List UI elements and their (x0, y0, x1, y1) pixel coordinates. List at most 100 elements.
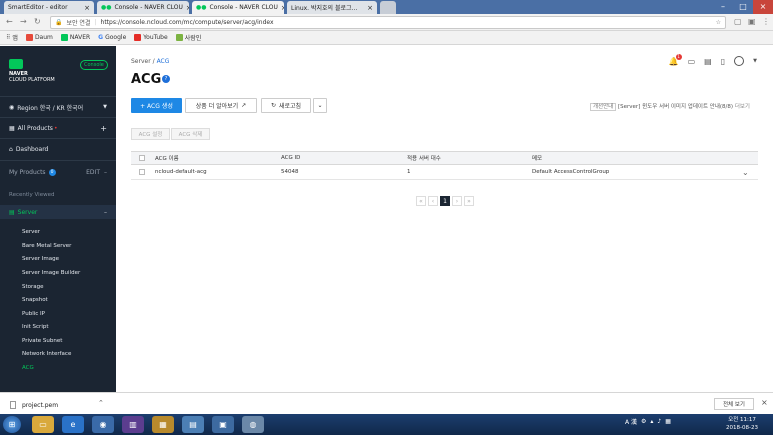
sidebar-item-public-ip[interactable]: Public IP (22, 311, 45, 317)
windows-start-icon[interactable]: ⊞ (3, 416, 21, 433)
learn-more-button[interactable]: 상품 더 알아보기 ↗ (185, 98, 257, 113)
notice-more-link[interactable]: 더보기 (735, 104, 750, 110)
sidebar-item-server-image[interactable]: Server Image (22, 256, 59, 262)
sidebar-item-acg[interactable]: ACG (22, 365, 34, 371)
bookmark-google[interactable]: G Google (98, 34, 126, 41)
browser-tab-active[interactable]: ●● Console - NAVER CLOU × (192, 1, 284, 14)
menu-icon[interactable]: ⋮ (762, 17, 770, 26)
ncp-logo[interactable]: NAVER CLOUD PLATFORM (9, 59, 55, 83)
notice-banner[interactable]: 개선안내 [Server] 윈도우 서버 이미지 업데이트 안내(8/8) 더보… (590, 102, 750, 111)
column-header[interactable]: 적용 서버 대수 (407, 152, 441, 164)
close-icon[interactable]: × (84, 4, 90, 12)
window-close-icon[interactable]: × (753, 0, 773, 14)
sidebar-item-private-subnet[interactable]: Private Subnet (22, 338, 62, 344)
column-header[interactable]: 메모 (532, 152, 542, 164)
info-icon[interactable]: ? (162, 75, 170, 83)
refresh-button[interactable]: ↻ 새로고침 (261, 98, 311, 113)
all-products-menu[interactable]: ▦ All Products • + (0, 121, 116, 135)
bookmark-apps[interactable]: ⠿ 앱 (6, 33, 18, 42)
forward-icon[interactable]: → (20, 17, 27, 26)
last-page-icon[interactable]: » (464, 196, 474, 206)
user-avatar-icon[interactable] (734, 56, 745, 66)
chrome-icon[interactable]: ◉ (92, 416, 114, 433)
prev-page-icon[interactable]: ‹ (428, 196, 438, 206)
bookmark-naver[interactable]: NAVER (60, 34, 90, 41)
bookmark-star-icon[interactable]: ☆ (716, 19, 721, 26)
edit-link[interactable]: EDIT (86, 169, 100, 176)
app-icon[interactable]: ▦ (152, 416, 174, 433)
expand-row-chevron-icon[interactable]: ⌄ (742, 165, 749, 179)
document-icon[interactable]: ▯ (721, 57, 725, 66)
ime-indicator[interactable]: A 漢 (625, 417, 637, 426)
notice-tag: 개선안내 (590, 103, 617, 111)
extension-icon[interactable]: ▣ (748, 17, 756, 26)
page-title: ACG (131, 72, 162, 87)
sidebar-item-init-script[interactable]: Init Script (22, 324, 49, 330)
external-link-icon: ↗ (241, 102, 247, 109)
table-row[interactable]: ncloud-default-acg 54048 1 Default Acces… (131, 165, 758, 180)
file-explorer-icon[interactable]: ▭ (32, 416, 54, 433)
sidebar-item-server-image-builder[interactable]: Server Image Builder (22, 270, 80, 276)
network-tray-icon[interactable]: ▦ (665, 418, 671, 425)
app-icon[interactable]: ▤ (182, 416, 204, 433)
browser-tab[interactable]: SmartEditor - editor × (4, 1, 94, 14)
show-all-downloads-button[interactable]: 전체 보기 (714, 398, 754, 410)
server-menu-label-row[interactable]: ▤ Server – (0, 205, 116, 219)
sidebar-item-storage[interactable]: Storage (22, 284, 44, 290)
volume-icon[interactable]: ♪ (657, 418, 661, 425)
dashboard-menu[interactable]: ⌂ Dashboard (0, 142, 116, 156)
chevron-up-icon[interactable]: ⌃ (98, 399, 104, 407)
bookmark-youtube[interactable]: YouTube (134, 34, 168, 41)
breadcrumb-current[interactable]: ACG (157, 58, 170, 65)
naver-icon (60, 34, 68, 41)
back-icon[interactable]: ← (6, 17, 13, 26)
acg-settings-button[interactable]: ACG 설정 (131, 128, 170, 140)
reload-icon[interactable]: ↻ (34, 17, 41, 26)
more-dropdown-button[interactable]: ⌄ (313, 98, 327, 113)
sidebar-item-network-interface[interactable]: Network Interface (22, 351, 71, 357)
first-page-icon[interactable]: « (416, 196, 426, 206)
collapse-icon[interactable]: – (104, 209, 107, 216)
close-icon[interactable]: × (367, 4, 373, 12)
bookmark-saramin[interactable]: 사람인 (175, 33, 201, 42)
browser-tab[interactable]: Linux. 박지호의 블로그... × (287, 1, 377, 14)
minimize-icon[interactable]: – (713, 0, 733, 14)
maximize-icon[interactable]: □ (733, 0, 753, 14)
row-checkbox[interactable] (139, 165, 145, 179)
breadcrumb-root[interactable]: Server (131, 58, 151, 65)
column-header[interactable]: ACG 이름 (155, 152, 179, 164)
app-icon[interactable]: ▥ (122, 416, 144, 433)
settings-tray-icon[interactable]: ⚙ (641, 418, 646, 425)
browser-tab[interactable]: ●● Console - NAVER CLOU × (97, 1, 189, 14)
taskbar-clock[interactable]: 오전 11:17 2018-08-23 (726, 416, 758, 432)
acg-delete-button[interactable]: ACG 삭제 (171, 128, 210, 140)
create-acg-button[interactable]: + ACG 생성 (131, 98, 182, 113)
region-selector[interactable]: ◉ Region 한국 / KR 한국어 ▼ (0, 100, 116, 114)
next-page-icon[interactable]: › (452, 196, 462, 206)
notification-bell-icon[interactable]: 🔔 1 (669, 53, 682, 66)
sidebar-item-snapshot[interactable]: Snapshot (22, 297, 48, 303)
app-icon[interactable]: ◍ (242, 416, 264, 433)
download-item[interactable]: project.pem (10, 401, 58, 409)
internet-explorer-icon[interactable]: e (62, 416, 84, 433)
collapse-icon[interactable]: – (104, 169, 107, 176)
caret-down-icon[interactable]: ▼ (753, 58, 757, 64)
calendar-icon[interactable]: ▤ (704, 57, 712, 66)
download-filename: project.pem (22, 401, 59, 409)
close-icon[interactable]: × (186, 4, 189, 12)
chat-icon[interactable]: ▭ (688, 57, 696, 66)
url-input[interactable]: 🔒 보안 연결 | https://console.ncloud.com/mc/… (50, 16, 726, 29)
sidebar-item-server[interactable]: Server (22, 229, 40, 235)
select-all-checkbox[interactable] (139, 152, 145, 164)
plus-icon[interactable]: + (100, 124, 107, 133)
sidebar-item-bare-metal-server[interactable]: Bare Metal Server (22, 243, 71, 249)
close-icon[interactable]: × (281, 4, 284, 12)
extension-icon[interactable]: ▢ (734, 17, 742, 26)
page-number[interactable]: 1 (440, 196, 450, 206)
bookmark-daum[interactable]: Daum (25, 34, 53, 41)
tray-expand-icon[interactable]: ▴ (650, 418, 653, 425)
column-header[interactable]: ACG ID (281, 152, 300, 164)
new-tab-button[interactable] (380, 1, 396, 14)
network-app-icon[interactable]: ▣ (212, 416, 234, 433)
close-download-bar-icon[interactable]: × (761, 398, 768, 407)
